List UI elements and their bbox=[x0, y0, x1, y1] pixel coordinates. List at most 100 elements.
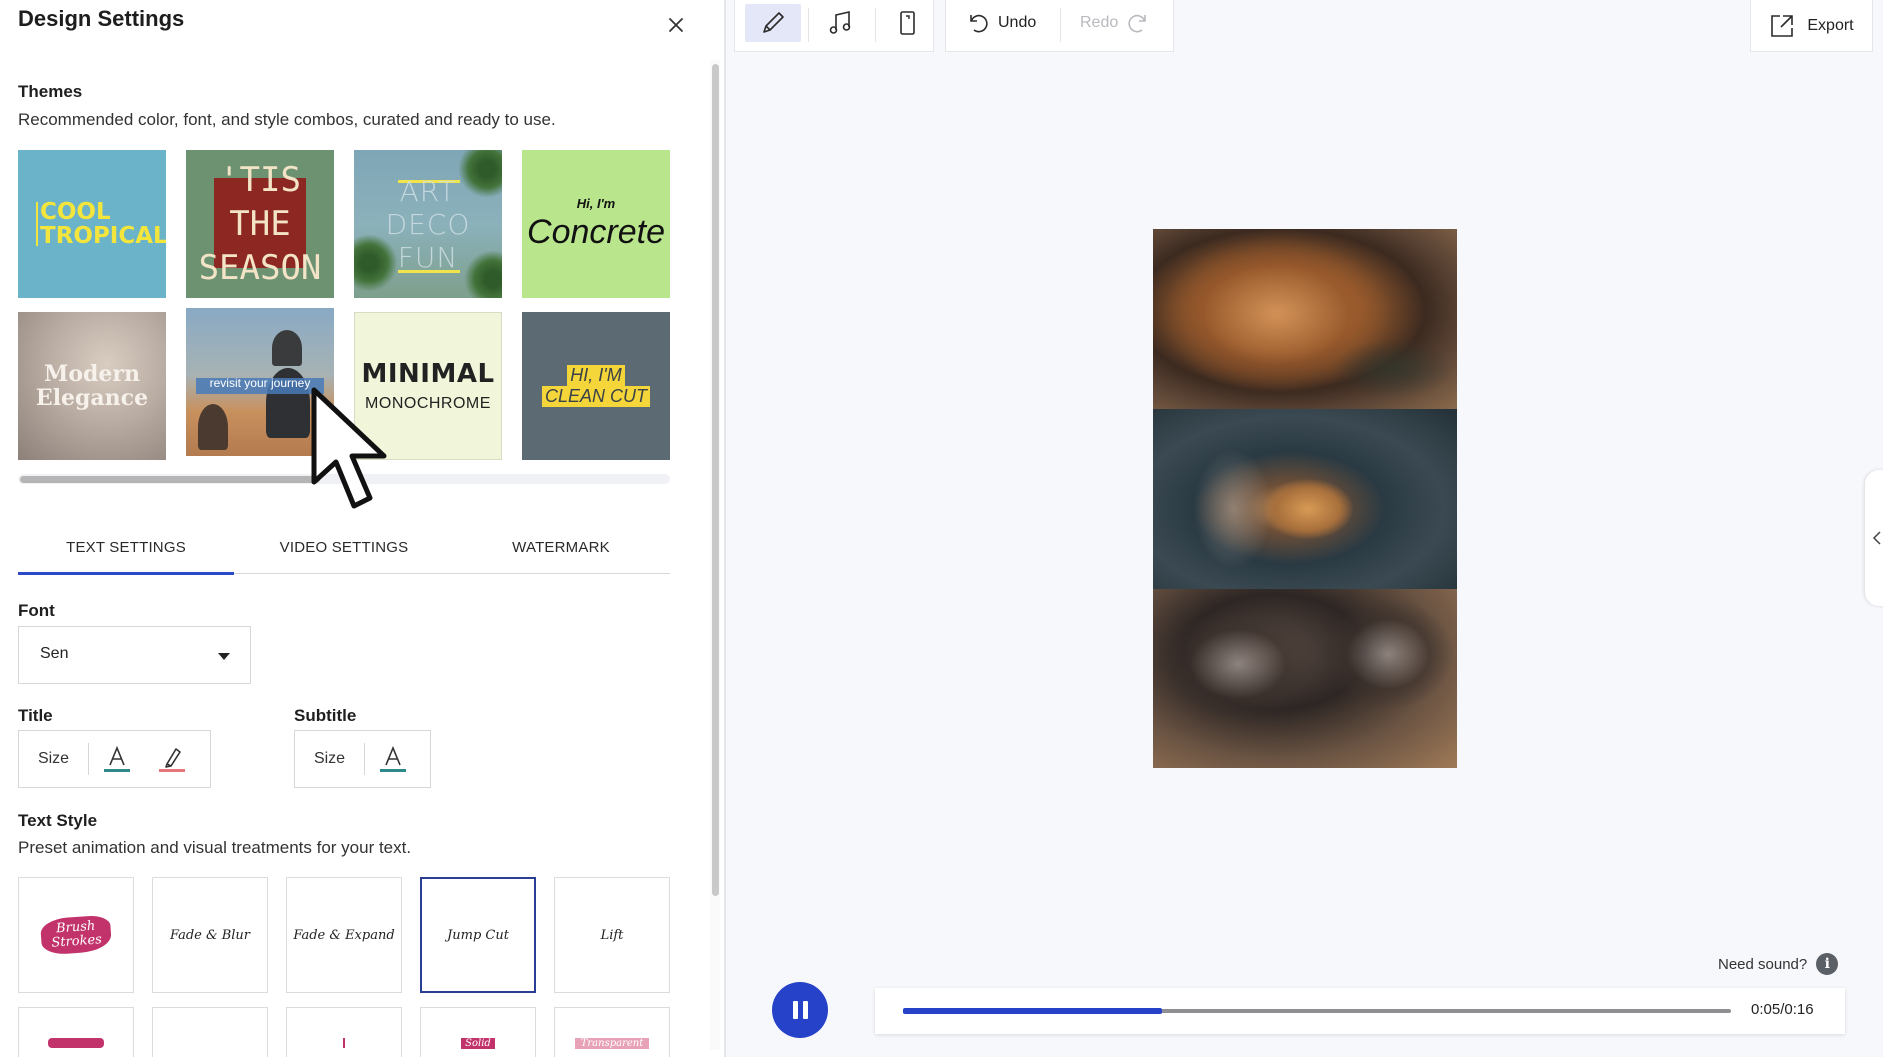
theme-art-deco-fun[interactable]: ART DECO FUN bbox=[354, 150, 502, 298]
text-style-brush-strokes[interactable]: Brush Strokes bbox=[18, 877, 134, 993]
photo-detail bbox=[1193, 449, 1273, 569]
title-text-controls: Size bbox=[18, 730, 211, 788]
music-note-icon bbox=[829, 10, 851, 34]
history-toolbar: Undo Redo bbox=[945, 0, 1174, 52]
text-style-card[interactable] bbox=[286, 1007, 402, 1057]
subtitle-font-color-button[interactable] bbox=[365, 739, 420, 779]
theme-tis-the-season[interactable]: 'TIS THE SEASON bbox=[186, 150, 334, 298]
font-dropdown[interactable]: Sen bbox=[18, 626, 251, 684]
theme-label-line-1: HI, I'M bbox=[567, 365, 625, 386]
progress-track[interactable] bbox=[903, 1008, 1731, 1014]
close-button[interactable] bbox=[663, 12, 689, 38]
pencil-icon bbox=[763, 12, 784, 33]
text-style-card[interactable] bbox=[152, 1007, 268, 1057]
photo-detail bbox=[1263, 479, 1353, 539]
food-photo-bread-pot bbox=[1153, 409, 1457, 589]
title-group-label: Title bbox=[18, 706, 53, 725]
text-color-icon bbox=[379, 745, 406, 772]
photo-detail bbox=[1323, 599, 1453, 709]
progress-fill bbox=[903, 1008, 1162, 1014]
theme-label: MINIMAL MONOCHROME bbox=[355, 313, 501, 459]
text-style-lift[interactable]: Lift bbox=[554, 877, 670, 993]
text-style-preview bbox=[343, 1038, 345, 1048]
font-label: Font bbox=[18, 601, 55, 620]
chevron-left-icon bbox=[1872, 531, 1881, 545]
theme-big-label: MINIMAL bbox=[361, 359, 495, 389]
theme-cool-tropical[interactable]: COOL TROPICAL bbox=[18, 150, 166, 298]
food-photo-skillet bbox=[1153, 229, 1457, 409]
pause-button[interactable] bbox=[772, 982, 828, 1038]
need-sound-label: Need sound? bbox=[1718, 955, 1808, 973]
text-style-label: Solid bbox=[461, 1038, 495, 1049]
phone-layout-icon bbox=[900, 11, 915, 35]
info-icon: i bbox=[1816, 953, 1839, 975]
text-style-label: Transparent bbox=[574, 1038, 650, 1049]
text-style-solid[interactable]: Solid bbox=[420, 1007, 536, 1057]
text-style-label: Lift bbox=[600, 927, 624, 943]
themes-title: Themes bbox=[18, 82, 83, 101]
photo-detail bbox=[1163, 609, 1313, 719]
text-style-label: Fade & Blur bbox=[169, 927, 251, 943]
title-font-color-button[interactable] bbox=[89, 739, 144, 779]
tab-text-settings[interactable]: TEXT SETTINGS bbox=[18, 528, 234, 576]
theme-label-line-2: CLEAN CUT bbox=[541, 386, 650, 407]
pause-icon-bar bbox=[792, 1001, 798, 1019]
text-color-icon bbox=[103, 745, 130, 772]
undo-icon bbox=[970, 14, 988, 33]
theme-concrete[interactable]: Hi, I'm Concrete bbox=[522, 150, 670, 298]
text-style-fade-blur[interactable]: Fade & Blur bbox=[152, 877, 268, 993]
text-style-preview bbox=[48, 1038, 104, 1048]
text-style-title: Text Style bbox=[18, 811, 98, 830]
photo-detail bbox=[1333, 339, 1453, 399]
pause-icon-bar bbox=[802, 1001, 808, 1019]
text-style-card[interactable] bbox=[18, 1007, 134, 1057]
theme-label: HI, I'M CLEAN CUT bbox=[522, 312, 670, 460]
subtitle-text-controls: Size bbox=[294, 730, 431, 788]
time-readout: 0:05/0:16 bbox=[1751, 1001, 1814, 1018]
theme-revisit-your-journey[interactable]: revisit your journey bbox=[186, 308, 334, 456]
design-tool-button[interactable] bbox=[745, 4, 801, 42]
music-tool-button[interactable] bbox=[813, 4, 869, 42]
panel-scrollbar-thumb[interactable] bbox=[712, 64, 719, 896]
playback-timeline: 0:05/0:16 bbox=[875, 988, 1845, 1034]
themes-scrollbar-thumb[interactable] bbox=[20, 476, 320, 483]
font-dropdown-value: Sen bbox=[40, 645, 69, 662]
subtitle-size-button[interactable]: Size bbox=[295, 743, 365, 775]
toolbar-separator bbox=[1060, 8, 1061, 42]
undo-button[interactable]: Undo bbox=[966, 8, 1036, 38]
layout-tool-button[interactable] bbox=[879, 4, 935, 42]
close-icon bbox=[669, 18, 683, 32]
text-style-fade-expand[interactable]: Fade & Expand bbox=[286, 877, 402, 993]
text-style-label: Brush Strokes bbox=[39, 914, 113, 956]
toolbar-separator bbox=[875, 8, 876, 42]
redo-button[interactable]: Redo bbox=[1080, 8, 1150, 38]
tab-video-settings[interactable]: VIDEO SETTINGS bbox=[236, 528, 452, 576]
undo-label: Undo bbox=[998, 14, 1037, 31]
theme-small-label: Hi, I'm bbox=[576, 196, 616, 211]
food-photo-rolls bbox=[1153, 589, 1457, 768]
active-tab-indicator bbox=[18, 572, 234, 575]
title-highlight-color-button[interactable] bbox=[144, 739, 199, 779]
theme-label: revisit your journey bbox=[209, 376, 311, 390]
tab-watermark[interactable]: WATERMARK bbox=[453, 528, 669, 576]
theme-small-label: MONOCHROME bbox=[365, 395, 491, 412]
title-size-button[interactable]: Size bbox=[19, 743, 89, 775]
themes-description: Recommended color, font, and style combo… bbox=[18, 110, 556, 129]
text-style-jump-cut[interactable]: Jump Cut bbox=[420, 877, 536, 993]
highlighter-icon bbox=[158, 748, 185, 772]
text-style-transparent[interactable]: Transparent bbox=[554, 1007, 670, 1057]
theme-minimal-monochrome[interactable]: MINIMAL MONOCHROME bbox=[354, 312, 502, 460]
theme-modern-elegance[interactable]: Modern Elegance bbox=[18, 312, 166, 460]
text-style-description: Preset animation and visual treatments f… bbox=[18, 838, 412, 857]
theme-label: Hi, I'm Concrete bbox=[522, 150, 670, 298]
export-button[interactable]: Export bbox=[1750, 0, 1873, 52]
theme-label: ART DECO FUN bbox=[385, 174, 471, 274]
side-panel-toggle[interactable] bbox=[1865, 470, 1883, 606]
theme-clean-cut[interactable]: HI, I'M CLEAN CUT bbox=[522, 312, 670, 460]
subtitle-group-label: Subtitle bbox=[294, 706, 357, 725]
caret-down-icon bbox=[218, 653, 230, 660]
toolbar-separator bbox=[808, 8, 809, 42]
video-preview[interactable] bbox=[1153, 229, 1457, 768]
panel-divider bbox=[724, 0, 726, 1057]
need-sound-link[interactable]: Need sound? i bbox=[1718, 953, 1839, 975]
